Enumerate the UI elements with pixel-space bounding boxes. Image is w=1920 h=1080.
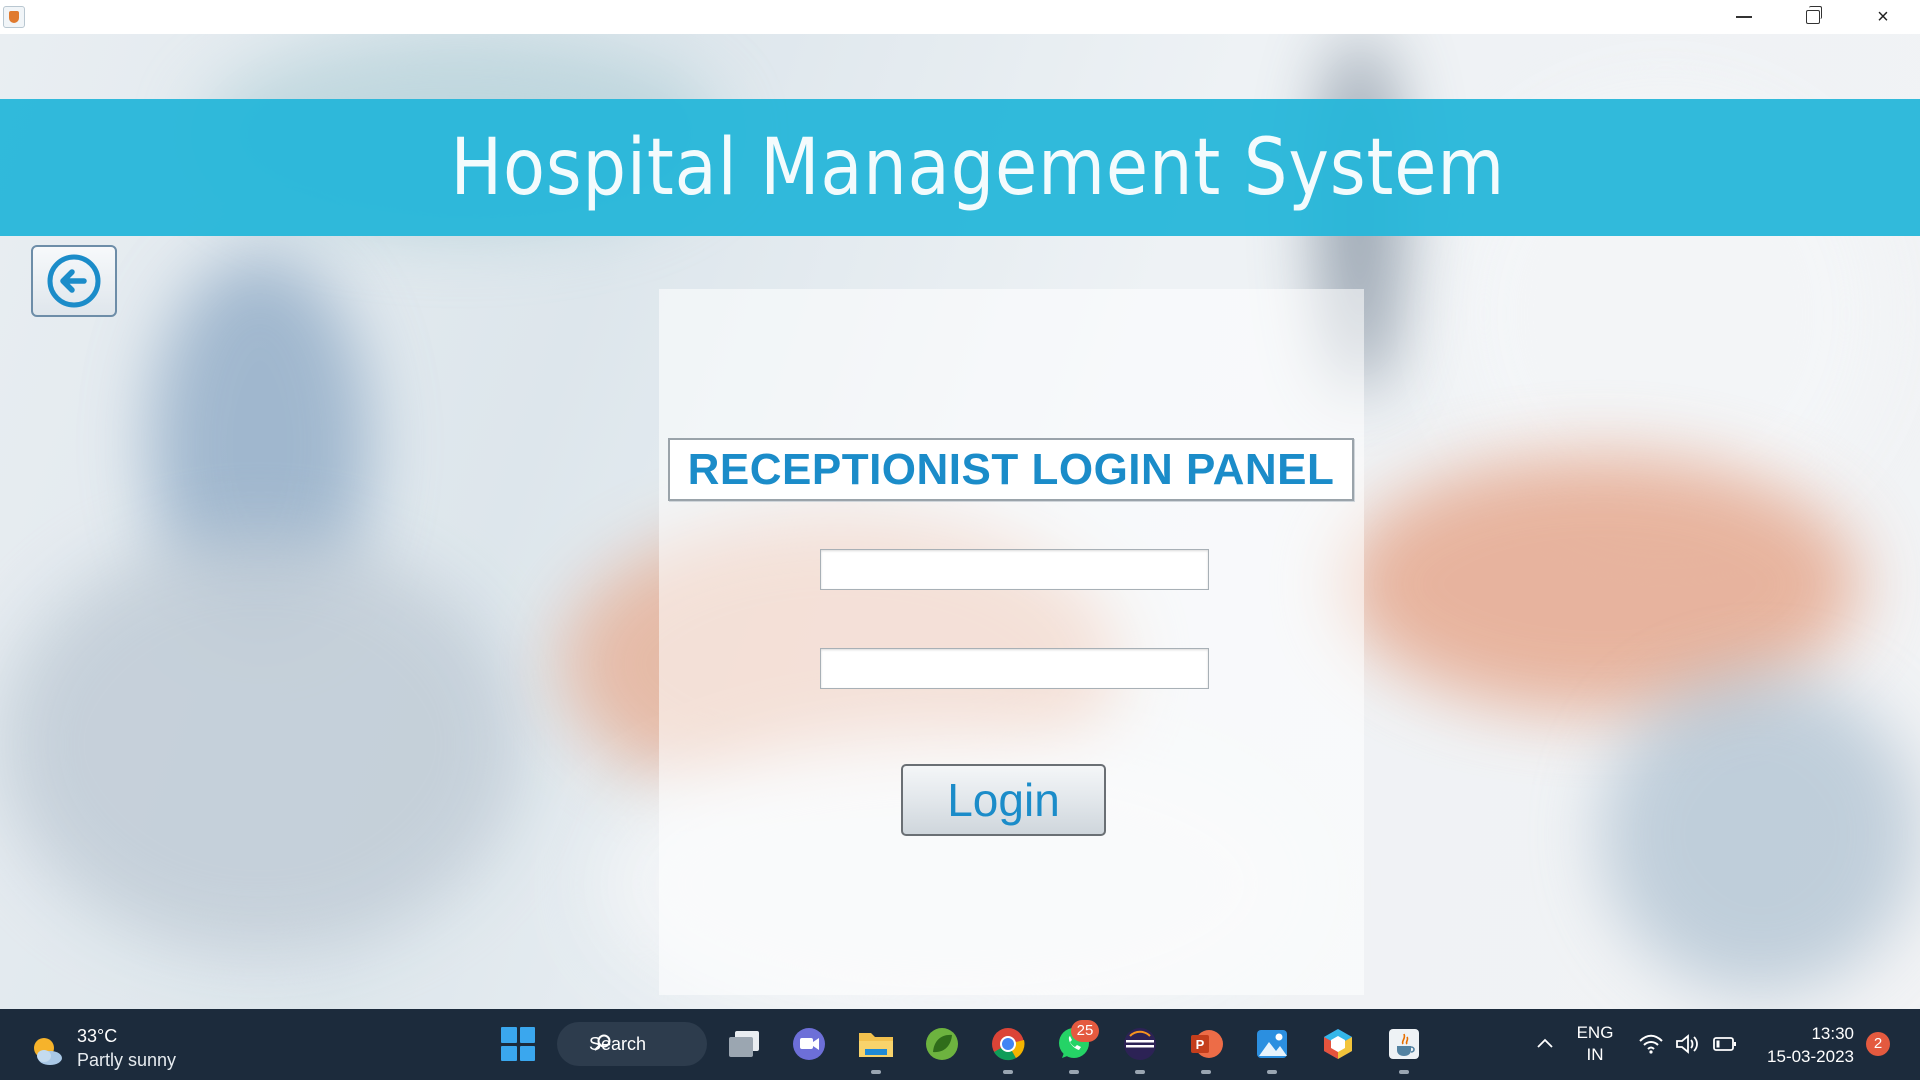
video-chat-icon — [793, 1028, 825, 1060]
eclipse-icon — [1124, 1028, 1156, 1060]
taskbar-clock[interactable]: 13:30 15-03-2023 — [1754, 1022, 1854, 1068]
login-panel-title: RECEPTIONIST LOGIN PANEL — [668, 438, 1354, 501]
taskbar-search[interactable]: Search — [557, 1022, 707, 1066]
weather-description: Partly sunny — [77, 1050, 177, 1070]
username-field[interactable] — [820, 549, 1209, 590]
page-title: Hospital Management System — [450, 123, 1506, 213]
back-button[interactable] — [31, 245, 117, 317]
restore-icon — [1806, 6, 1822, 24]
language-indicator[interactable]: ENG IN — [1575, 1022, 1615, 1066]
clock-date: 15-03-2023 — [1767, 1047, 1854, 1066]
spring-tool-button[interactable] — [920, 1022, 964, 1066]
file-explorer-button[interactable] — [854, 1022, 898, 1074]
weather-temperature: 33°C — [77, 1026, 118, 1046]
whatsapp-unread-badge: 25 — [1071, 1020, 1099, 1042]
svg-text:P: P — [1196, 1037, 1205, 1052]
battery-icon[interactable] — [1712, 1033, 1738, 1055]
volume-icon[interactable] — [1674, 1033, 1700, 1055]
java-icon — [1389, 1029, 1419, 1059]
region-code: IN — [1586, 1045, 1604, 1064]
java-app-button[interactable] — [1382, 1022, 1426, 1074]
cube-app-button[interactable] — [1316, 1022, 1360, 1066]
windows-start-icon — [501, 1027, 535, 1061]
minimize-icon — [1736, 16, 1752, 18]
language-code: ENG — [1576, 1023, 1614, 1042]
show-hidden-icons-chevron-up-icon[interactable] — [1535, 1033, 1555, 1053]
clock-time: 13:30 — [1811, 1024, 1854, 1043]
chrome-icon — [992, 1028, 1025, 1061]
start-button[interactable] — [496, 1022, 540, 1066]
photos-icon — [1257, 1030, 1287, 1058]
eclipse-button[interactable] — [1118, 1022, 1162, 1074]
partly-sunny-icon — [34, 1038, 62, 1065]
java-app-icon — [3, 6, 25, 28]
password-field[interactable] — [820, 648, 1209, 689]
back-arrow-icon — [47, 254, 101, 308]
cube-icon — [1324, 1029, 1352, 1059]
photos-button[interactable] — [1250, 1022, 1294, 1074]
search-icon — [594, 1034, 611, 1051]
login-panel — [659, 289, 1364, 995]
restore-button[interactable] — [1778, 0, 1848, 34]
window-title-bar: × — [0, 0, 1920, 34]
minimize-button[interactable] — [1709, 0, 1779, 34]
task-view-button[interactable] — [722, 1022, 766, 1066]
folder-icon — [859, 1033, 893, 1057]
powerpoint-button[interactable]: P — [1184, 1022, 1228, 1074]
chat-button[interactable] — [787, 1022, 831, 1066]
login-button[interactable]: Login — [901, 764, 1106, 836]
chrome-button[interactable] — [986, 1022, 1030, 1074]
spring-leaf-icon — [926, 1028, 958, 1060]
task-view-icon — [729, 1031, 759, 1057]
close-button[interactable]: × — [1848, 0, 1918, 34]
powerpoint-icon: P — [1191, 1030, 1223, 1058]
close-icon: × — [1877, 5, 1889, 28]
wifi-icon[interactable] — [1638, 1033, 1664, 1055]
notification-count-badge[interactable]: 2 — [1866, 1032, 1890, 1056]
